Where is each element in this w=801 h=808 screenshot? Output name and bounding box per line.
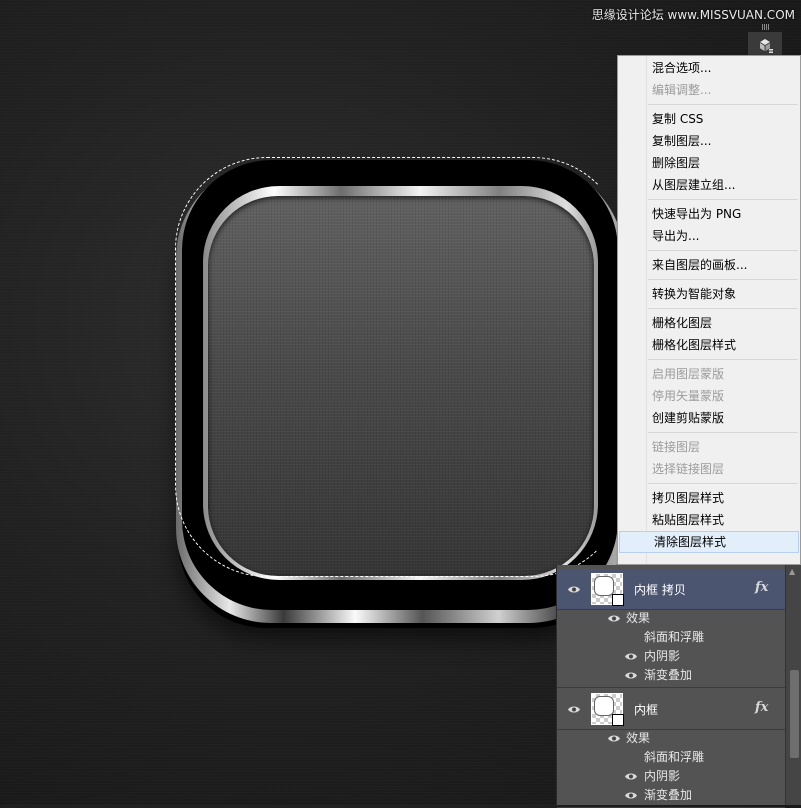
visibility-eye-icon[interactable] (607, 734, 621, 743)
visibility-eye-icon[interactable] (624, 772, 638, 781)
mask-thumbnail (612, 714, 624, 726)
effect-name: 斜面和浮雕 (644, 630, 705, 644)
layer-divider (557, 687, 785, 688)
layer-name: 内框 拷贝 (634, 583, 686, 597)
menu-item: 编辑调整... (652, 83, 712, 97)
selection-marquee (175, 157, 625, 577)
menu-item: 选择链接图层 (652, 462, 725, 476)
menu-item[interactable]: 快速导出为 PNG (618, 203, 800, 225)
effects-row[interactable]: 效果 (557, 609, 785, 628)
watermark: 思缘设计论坛 www.MISSVUAN.COM (591, 8, 795, 22)
shape-thumbnail (594, 576, 614, 596)
menu-separator (648, 279, 798, 280)
effect-name: 斜面和浮雕 (644, 750, 705, 764)
fx-icon[interactable]: fx (755, 580, 768, 595)
effect-name: 内阴影 (644, 649, 681, 663)
effects-row[interactable]: 效果 (557, 729, 785, 748)
menu-separator (648, 308, 798, 309)
effect-name: 渐变叠加 (644, 668, 693, 682)
context-menu: 混合选项... 编辑调整... 复制 CSS 复制图层... 删除图层 从图层建立组...… (617, 55, 801, 565)
menu-separator (648, 104, 798, 105)
visibility-eye-icon[interactable] (567, 585, 581, 594)
menu-separator (648, 483, 798, 484)
layer-thumbnail (591, 693, 624, 726)
effect-row[interactable]: 内阴影 (557, 647, 785, 666)
visibility-eye-icon[interactable] (607, 614, 621, 623)
menu-item[interactable]: 栅格化图层 (618, 312, 800, 334)
scroll-up-icon[interactable]: ▲ (789, 567, 795, 576)
menu-item: 链接图层 (652, 440, 701, 454)
effects-label: 效果 (626, 731, 651, 745)
menu-item[interactable]: 粘贴图层样式 (618, 509, 800, 531)
effect-name: 内阴影 (644, 769, 681, 783)
menu-item[interactable]: 从图层建立组... (618, 174, 800, 196)
menu-item: 停用矢量蒙版 (652, 389, 725, 403)
effect-row[interactable]: 渐变叠加 (557, 786, 785, 805)
layers-panel: ▲ 内框 拷贝 fx 效果 斜面和浮雕 内阴影 渐变叠加 内框 fx 效果 斜面和浮雕 内阴影 渐变叠… (556, 565, 801, 808)
shape-thumbnail (594, 696, 614, 716)
layer-name: 内框 (634, 703, 659, 717)
visibility-eye-icon[interactable] (624, 671, 638, 680)
effect-row[interactable]: 渐变叠加 (557, 666, 785, 685)
effect-row[interactable]: 斜面和浮雕 (557, 628, 785, 647)
effect-row[interactable]: 内阴影 (557, 767, 785, 786)
menu-item[interactable]: 创建剪贴蒙版 (618, 407, 800, 429)
scroll-thumb[interactable] (790, 670, 799, 758)
layer-thumbnail (591, 573, 624, 606)
menu-item[interactable]: 转换为智能对象 (618, 283, 800, 305)
menu-item[interactable]: 复制 CSS (618, 108, 800, 130)
grip-icon (762, 24, 770, 30)
menu-item[interactable]: 来自图层的画板... (618, 254, 800, 276)
effect-name: 渐变叠加 (644, 788, 693, 802)
menu-item[interactable]: 混合选项... (618, 57, 800, 79)
menu-item[interactable]: 导出为... (618, 225, 800, 247)
menu-item[interactable]: 拷贝图层样式 (618, 487, 800, 509)
effect-row[interactable]: 斜面和浮雕 (557, 748, 785, 767)
layer-row[interactable]: 内框 fx (557, 689, 785, 730)
layers-scrollbar[interactable]: ▲ (785, 565, 801, 805)
mask-thumbnail (612, 594, 624, 606)
menu-item[interactable]: 复制图层... (618, 130, 800, 152)
visibility-eye-icon[interactable] (624, 652, 638, 661)
menu-separator (648, 199, 798, 200)
cube-layers-icon (760, 39, 773, 53)
menu-item: 启用图层蒙版 (652, 367, 725, 381)
menu-separator (648, 359, 798, 360)
fx-icon[interactable]: fx (755, 700, 768, 715)
menu-separator (648, 250, 798, 251)
visibility-eye-icon[interactable] (624, 791, 638, 800)
layer-row[interactable]: 内框 拷贝 fx (557, 569, 785, 610)
menu-item[interactable]: 删除图层 (618, 152, 800, 174)
menu-separator (648, 432, 798, 433)
effects-label: 效果 (626, 611, 651, 625)
visibility-eye-icon[interactable] (567, 705, 581, 714)
menu-item[interactable]: 清除图层样式 (619, 531, 799, 553)
menu-item[interactable]: 栅格化图层样式 (618, 334, 800, 356)
